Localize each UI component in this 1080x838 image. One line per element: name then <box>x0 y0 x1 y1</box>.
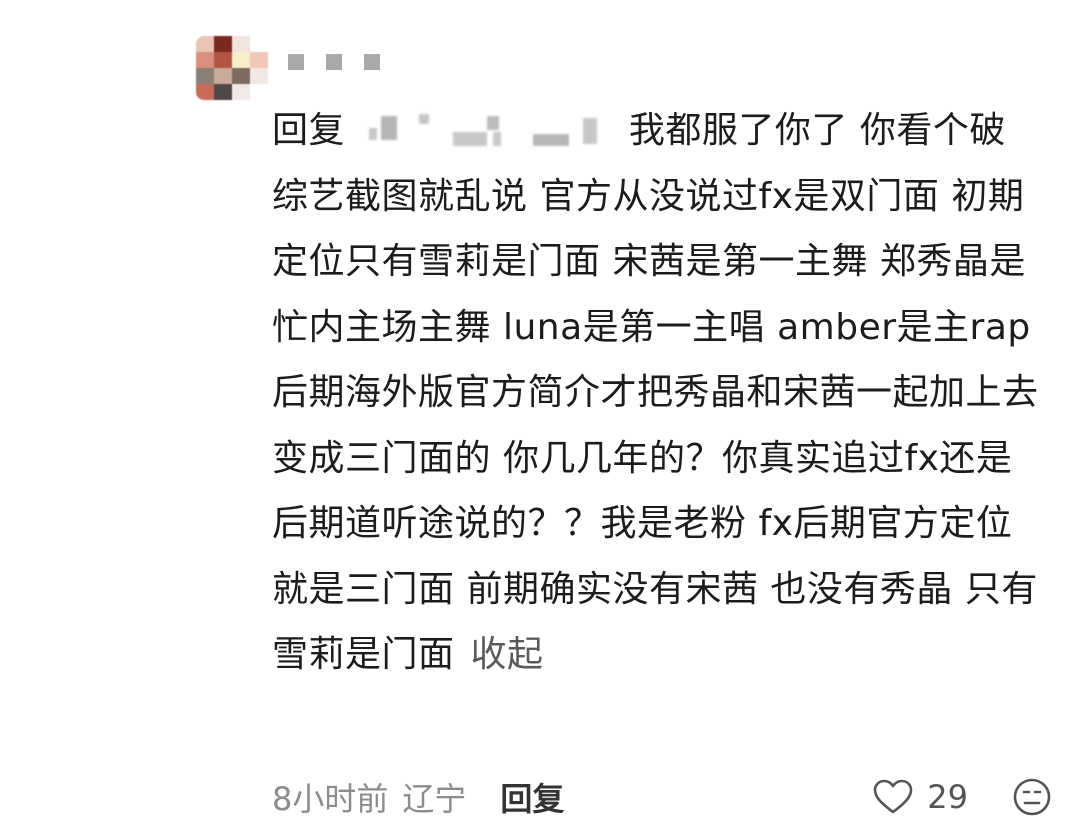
reply-button[interactable]: 回复 <box>500 774 564 820</box>
avatar[interactable] <box>196 36 268 100</box>
comment-text: 回复 我都服了你了 你看个破综艺截图就乱说 官方从没说过fx是双门面 初期定位只… <box>272 98 1042 688</box>
comment-meta: 8小时前 辽宁 回复 29 <box>272 772 1052 822</box>
masked-reply-target[interactable] <box>357 112 617 148</box>
like-count: 29 <box>927 778 968 816</box>
username-masked[interactable] <box>288 54 380 70</box>
reply-prefix: 回复 <box>272 110 346 151</box>
emoji-icon[interactable] <box>1012 777 1052 817</box>
heart-icon[interactable] <box>873 779 913 815</box>
collapse-button[interactable]: 收起 <box>471 634 544 675</box>
comment-body: 我都服了你了 你看个破综艺截图就乱说 官方从没说过fx是双门面 初期定位只有雪莉… <box>272 110 1039 675</box>
timestamp: 8小时前 <box>272 780 389 818</box>
location: 辽宁 <box>402 780 467 818</box>
